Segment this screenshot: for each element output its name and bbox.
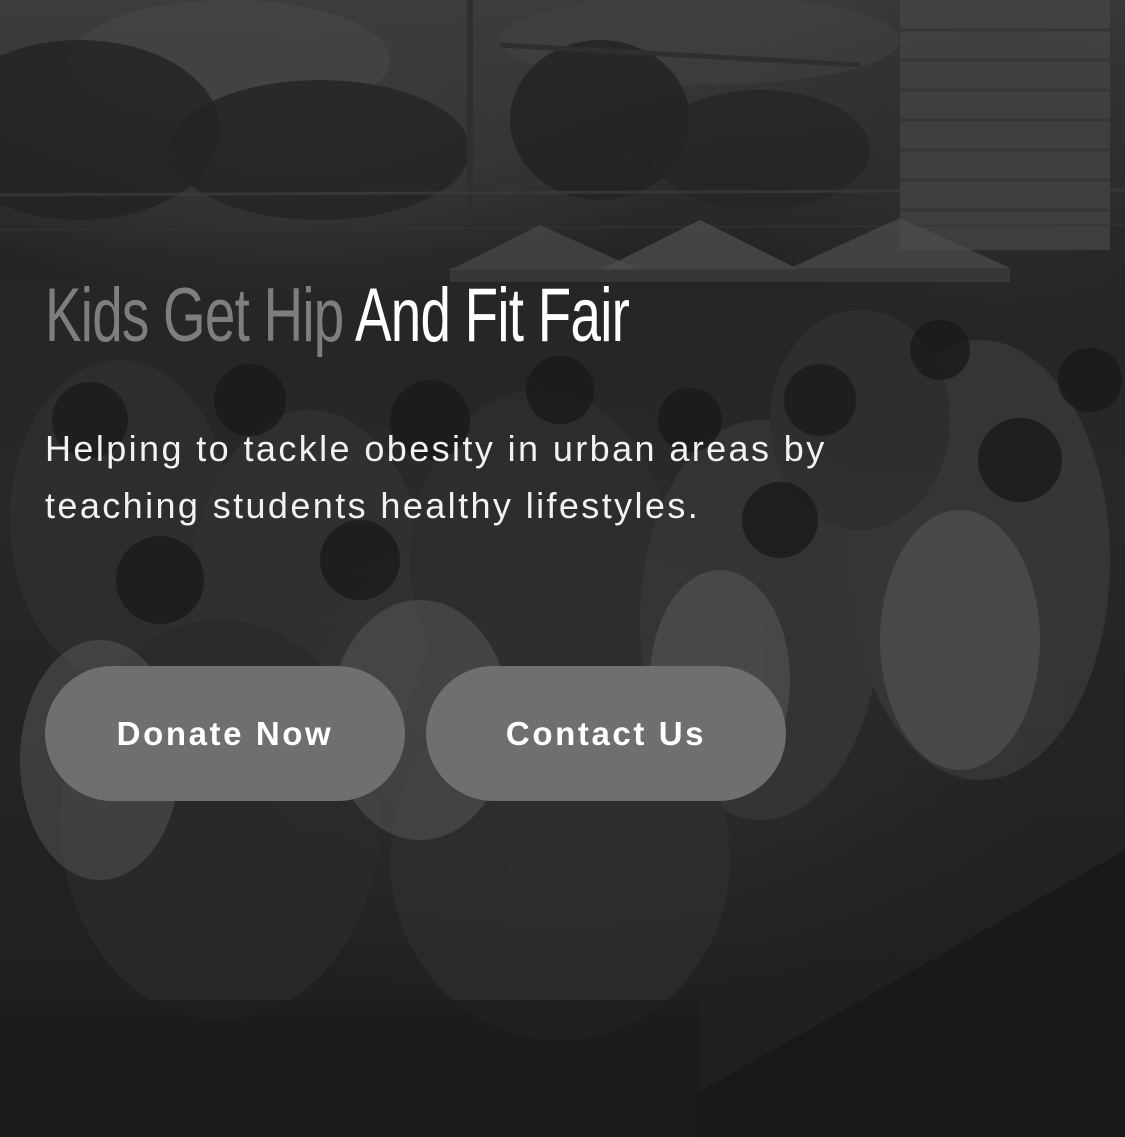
donate-now-button[interactable]: Donate Now — [45, 666, 405, 801]
hero-title-bright: And Fit Fair — [354, 273, 630, 358]
hero-content: Kids Get Hip And Fit Fair Helping to tac… — [45, 270, 1045, 534]
hero-title: Kids Get Hip And Fit Fair — [45, 270, 765, 362]
hero-background-photo — [0, 0, 1125, 1137]
hero-subtitle: Helping to tackle obesity in urban areas… — [45, 428, 827, 526]
hero-buttons: Donate Now Contact Us — [45, 666, 786, 801]
hero-section: Kids Get Hip And Fit Fair Helping to tac… — [0, 0, 1125, 1137]
hero-title-dim: Kids Get Hip — [45, 273, 344, 358]
dark-overlay — [0, 0, 1125, 1137]
contact-us-button[interactable]: Contact Us — [426, 666, 786, 801]
